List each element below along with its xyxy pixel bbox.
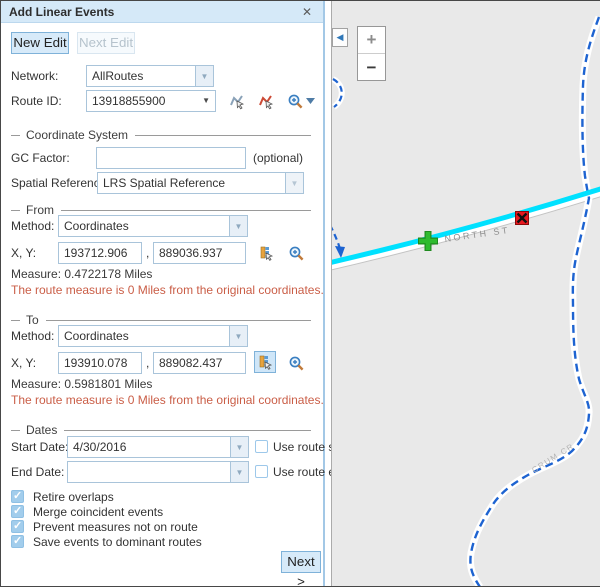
new-edit-button[interactable]: New Edit: [11, 32, 69, 54]
next-edit-button[interactable]: Next Edit: [77, 32, 135, 54]
to-warning-text: The route measure is 0 Miles from the or…: [11, 393, 324, 407]
section-legend: Coordinate System: [26, 128, 128, 142]
from-warning-text: The route measure is 0 Miles from the or…: [11, 283, 324, 297]
creek-name-label: CRUM CR: [530, 441, 576, 474]
xy-separator: ,: [146, 242, 149, 264]
pick-from-location-icon[interactable]: [255, 242, 277, 264]
panel-titlebar: Add Linear Events ✕: [1, 1, 323, 23]
creek-inflow-arrow-icon: [335, 246, 345, 258]
route-id-value: 13918855900: [92, 94, 165, 108]
clear-route-selection-icon[interactable]: [255, 90, 277, 112]
chevron-down-icon[interactable]: [231, 436, 249, 458]
zoom-to-route-icon[interactable]: [284, 90, 306, 112]
dates-section-header: Dates: [11, 423, 311, 437]
map-zoom-control: + −: [357, 26, 386, 81]
start-date-combobox[interactable]: 4/30/2016: [67, 436, 249, 458]
zoom-to-to-point-icon[interactable]: [285, 352, 307, 374]
to-point-marker[interactable]: [516, 212, 529, 225]
creek-inflow: [332, 225, 340, 249]
chevron-down-icon[interactable]: [230, 215, 248, 237]
to-x-input[interactable]: [58, 352, 142, 374]
chevron-down-icon[interactable]: [304, 90, 316, 112]
merge-coincident-events-label: Merge coincident events: [33, 505, 163, 519]
selected-route-highlight: [332, 186, 600, 264]
add-linear-events-panel: Add Linear Events ✕ New Edit Next Edit N…: [1, 1, 325, 586]
from-xy-label: X, Y:: [11, 242, 36, 264]
next-button[interactable]: Next >: [281, 551, 321, 573]
gc-factor-input[interactable]: [96, 147, 246, 169]
merge-coincident-events-checkbox[interactable]: [11, 505, 24, 518]
use-route-start-date-checkbox[interactable]: [255, 440, 268, 453]
to-method-value[interactable]: Coordinates: [58, 325, 230, 347]
retire-overlaps-checkbox[interactable]: [11, 490, 24, 503]
to-method-label: Method:: [11, 325, 54, 347]
retire-overlaps-label: Retire overlaps: [33, 490, 114, 504]
from-x-input[interactable]: [58, 242, 142, 264]
save-events-dominant-checkbox[interactable]: [11, 535, 24, 548]
network-combobox[interactable]: AllRoutes: [86, 65, 214, 87]
from-method-value[interactable]: Coordinates: [58, 215, 230, 237]
from-method-label: Method:: [11, 215, 54, 237]
from-y-input[interactable]: [153, 242, 246, 264]
pick-to-location-icon[interactable]: [254, 351, 276, 373]
chevron-down-icon[interactable]: [196, 65, 214, 87]
start-date-value[interactable]: 4/30/2016: [67, 436, 231, 458]
end-date-value[interactable]: [67, 461, 231, 483]
map-view[interactable]: NORTH ST CRUM CR ◀ + −: [331, 1, 600, 586]
end-date-label: End Date:: [11, 461, 64, 483]
from-method-combobox[interactable]: Coordinates: [58, 215, 248, 237]
coordinate-system-section-header: Coordinate System: [11, 128, 311, 142]
prevent-measures-checkbox[interactable]: [11, 520, 24, 533]
chevron-down-icon[interactable]: [202, 91, 210, 111]
section-legend: Dates: [26, 423, 57, 437]
prevent-measures-label: Prevent measures not on route: [33, 520, 198, 534]
network-label: Network:: [11, 65, 58, 87]
to-y-input[interactable]: [153, 352, 246, 374]
select-route-on-map-icon[interactable]: [226, 90, 248, 112]
route-id-combobox[interactable]: 13918855900: [86, 90, 216, 112]
creek-casing: [470, 17, 599, 586]
map-canvas: NORTH ST CRUM CR: [332, 1, 600, 586]
save-events-dominant-label: Save events to dominant routes: [33, 535, 202, 549]
creek-arc-casing: [333, 79, 342, 107]
collapse-panel-button[interactable]: ◀: [332, 28, 348, 47]
gc-factor-optional-label: (optional): [253, 147, 303, 169]
route-id-label: Route ID:: [11, 90, 62, 112]
zoom-to-from-point-icon[interactable]: [285, 242, 307, 264]
chevron-down-icon[interactable]: [230, 325, 248, 347]
xy-separator: ,: [146, 352, 149, 374]
spatial-reference-combobox[interactable]: LRS Spatial Reference: [97, 172, 304, 194]
chevron-left-icon: ◀: [337, 32, 344, 43]
spatial-reference-label: Spatial Reference:: [11, 172, 110, 194]
network-value[interactable]: AllRoutes: [86, 65, 196, 87]
close-icon[interactable]: ✕: [299, 1, 315, 23]
zoom-out-button[interactable]: −: [358, 54, 385, 81]
to-method-combobox[interactable]: Coordinates: [58, 325, 248, 347]
from-measure-text: Measure: 0.4722178 Miles: [11, 267, 152, 281]
chevron-down-icon[interactable]: [231, 461, 249, 483]
start-date-label: Start Date:: [11, 436, 68, 458]
zoom-in-button[interactable]: +: [358, 27, 385, 54]
route-id-field[interactable]: 13918855900: [86, 90, 216, 112]
to-xy-label: X, Y:: [11, 352, 36, 374]
gc-factor-label: GC Factor:: [11, 147, 70, 169]
panel-title: Add Linear Events: [9, 1, 114, 23]
spatial-reference-value[interactable]: LRS Spatial Reference: [97, 172, 286, 194]
to-measure-text: Measure: 0.5981801 Miles: [11, 377, 152, 391]
end-date-combobox[interactable]: [67, 461, 249, 483]
use-route-end-date-checkbox[interactable]: [255, 465, 268, 478]
app-window: Add Linear Events ✕ New Edit Next Edit N…: [0, 0, 600, 587]
chevron-down-icon: [286, 172, 304, 194]
